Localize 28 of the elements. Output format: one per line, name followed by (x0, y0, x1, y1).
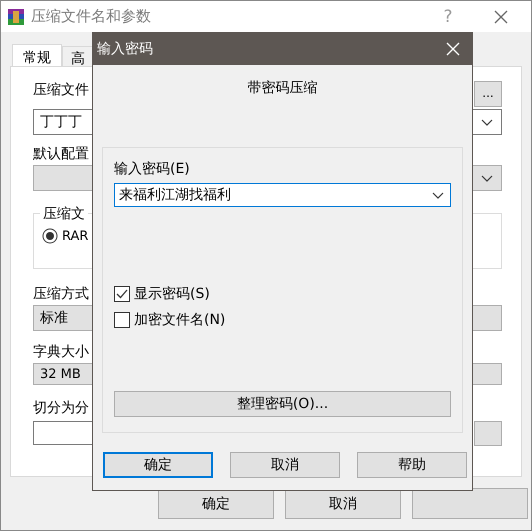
password-combo[interactable]: 来福利江湖找福利 (114, 183, 451, 207)
group-label: 压缩文 (40, 205, 88, 223)
dialog-button[interactable]: 确定 (158, 488, 274, 519)
dialog-heading: 带密码压缩 (246, 79, 318, 97)
chevron-down-icon (481, 174, 493, 182)
dialog-button[interactable]: 取消 (230, 452, 340, 478)
organize-passwords-button[interactable]: 整理密码(O)... (114, 391, 451, 417)
close-icon[interactable] (494, 10, 508, 24)
dialog-title: 输入密码 (97, 40, 153, 58)
checkbox-option[interactable]: 显示密码(S) (114, 285, 451, 303)
field-label: 压缩方式 (33, 285, 89, 303)
field-label: 输入密码(E) (114, 160, 191, 178)
field-label: 切分为分 (33, 399, 89, 417)
app-icon (7, 8, 25, 26)
dialog-button[interactable]: 确定 (103, 452, 213, 478)
field-label: 压缩文件 (33, 81, 89, 99)
window-title: 压缩文件名和参数 (31, 7, 152, 26)
chevron-down-icon (432, 192, 444, 198)
field-label: 默认配置 (33, 145, 89, 163)
browse-button[interactable]: ... (474, 81, 502, 107)
tab[interactable]: 常规 (12, 44, 62, 66)
checkbox-option[interactable]: 加密文件名(N) (114, 311, 451, 329)
chevron-down-icon (481, 118, 493, 126)
dialog-button[interactable]: 取消 (285, 488, 401, 519)
dialog-button[interactable]: 帮助 (357, 452, 467, 478)
tab[interactable]: 高 (62, 46, 94, 66)
radio-option[interactable]: RAR (42, 228, 493, 244)
field-label: 字典大小 (33, 343, 89, 361)
